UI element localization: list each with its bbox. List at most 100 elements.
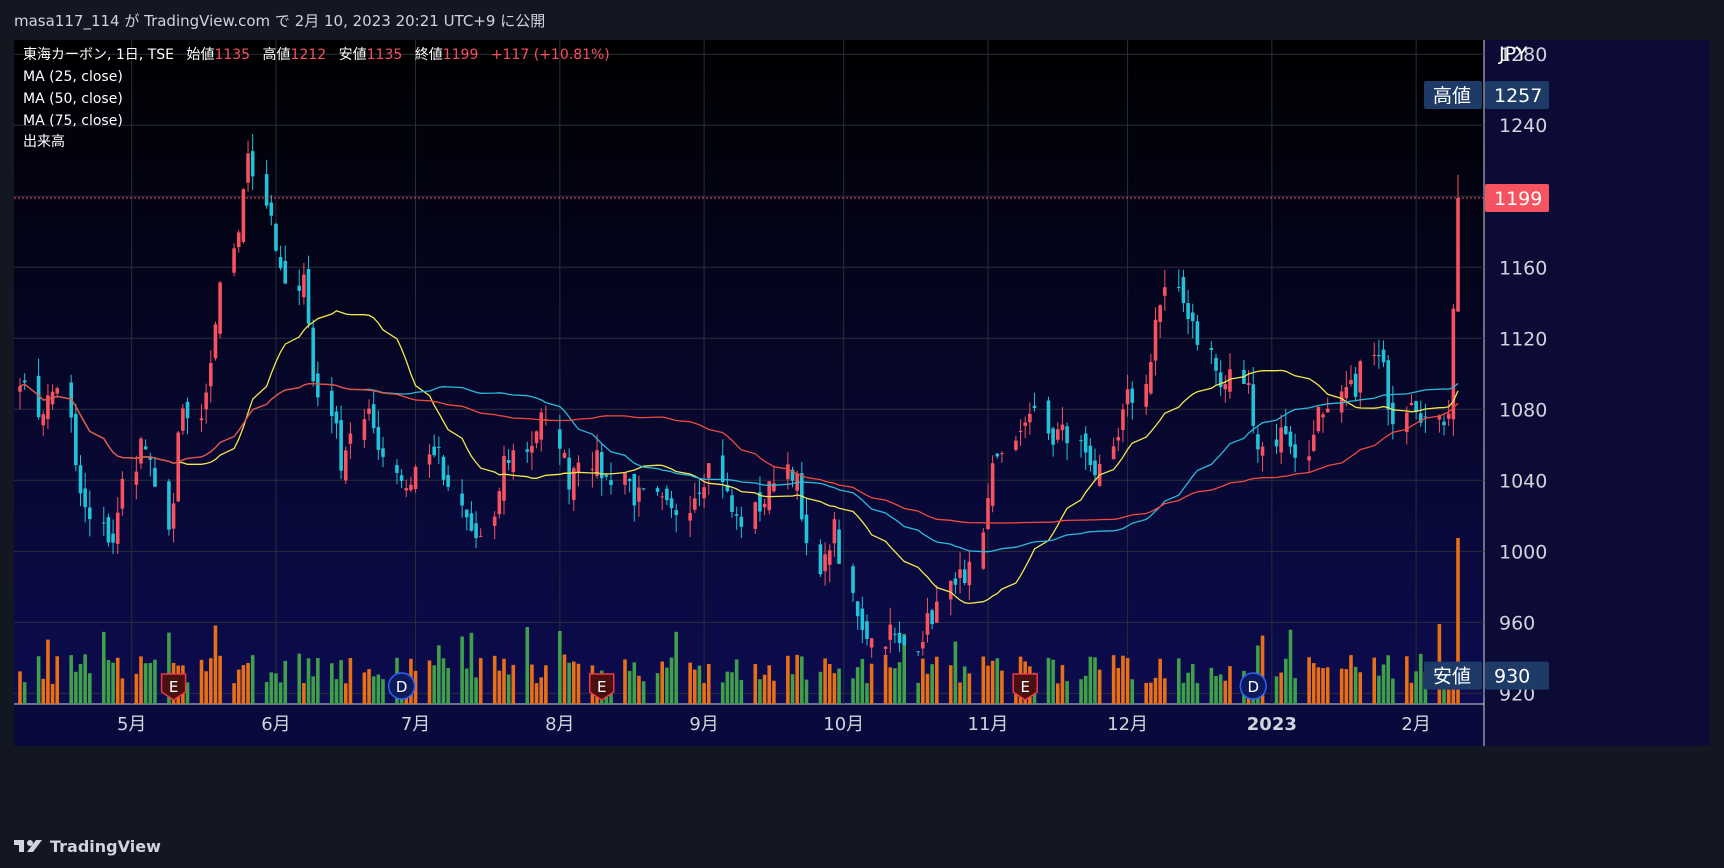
volume-bar xyxy=(1097,669,1102,704)
volume-bar xyxy=(1349,655,1353,704)
candle-body xyxy=(1055,429,1060,440)
volume-bar xyxy=(632,662,637,704)
volume-bar xyxy=(730,672,734,704)
volume-bar xyxy=(818,671,823,704)
volume-bar xyxy=(492,655,497,704)
volume-bar xyxy=(567,662,571,704)
volume-bar xyxy=(790,674,795,704)
volume-bar xyxy=(953,641,958,704)
volume-bar xyxy=(330,663,334,704)
volume-bar xyxy=(1209,667,1214,704)
candlestick-chart[interactable]: EDEED 5月 6月 7月 8月 9月 10月 11月 12月 2023 2月 12801240… xyxy=(14,40,1710,820)
volume-bar xyxy=(511,664,516,704)
candle-body xyxy=(1111,446,1116,460)
volume-bar xyxy=(1176,658,1181,704)
plot-background xyxy=(14,40,1484,704)
time-tick-label: 8月 xyxy=(545,714,574,735)
candle-body xyxy=(1446,413,1451,419)
candle-body xyxy=(1321,414,1325,418)
volume-bar xyxy=(897,662,902,704)
candle-body xyxy=(1163,287,1167,296)
candle-body xyxy=(1223,384,1228,390)
candle-body xyxy=(1195,321,1200,345)
candle-body xyxy=(1218,372,1223,388)
chart-panel[interactable]: EDEED 5月 6月 7月 8月 9月 10月 11月 12月 2023 2月 1280 1240… xyxy=(14,40,1710,820)
volume-bar xyxy=(525,627,530,704)
tradingview-logo-icon xyxy=(14,838,44,854)
volume-bar xyxy=(1214,676,1218,704)
legend-ma25[interactable]: MA (25, close) xyxy=(23,69,123,85)
candle-body xyxy=(655,488,660,492)
volume-bar xyxy=(823,658,827,704)
volume-bar xyxy=(558,630,562,704)
candle-body xyxy=(953,578,958,585)
legend-volume[interactable]: 出来高 xyxy=(23,133,65,150)
candle-body xyxy=(181,408,185,431)
volume-bar xyxy=(934,656,939,704)
volume-bar xyxy=(348,658,353,704)
candle-body xyxy=(1391,402,1395,425)
candle-body xyxy=(1214,357,1218,371)
legend-ma75[interactable]: MA (75, close) xyxy=(23,113,123,129)
volume-bar xyxy=(786,655,790,704)
candle-body xyxy=(697,492,702,494)
volume-bar xyxy=(995,658,1000,704)
event-marker-label: D xyxy=(1247,678,1259,696)
candle-body xyxy=(18,386,22,392)
volume-bar xyxy=(55,656,60,704)
volume-bar xyxy=(762,674,767,704)
volume-bar xyxy=(302,683,306,704)
candle-body xyxy=(437,446,441,448)
candle-body xyxy=(660,496,665,498)
candle-body xyxy=(432,446,436,456)
volume-bar xyxy=(967,673,972,704)
candle-body xyxy=(469,513,474,531)
volume-bar xyxy=(925,673,930,704)
candle-body xyxy=(674,510,678,516)
volume-bar xyxy=(209,658,213,704)
candle-body xyxy=(692,498,697,510)
candle-body xyxy=(1372,354,1377,356)
candle-body xyxy=(1176,286,1181,288)
volume-bar xyxy=(1083,675,1088,704)
candle-body xyxy=(637,487,641,502)
volume-bar xyxy=(1288,629,1293,704)
volume-bar xyxy=(1414,671,1418,704)
candle-body xyxy=(460,493,464,506)
event-marker-label: D xyxy=(396,678,408,696)
candle-body xyxy=(1311,434,1316,451)
candle-body xyxy=(1307,456,1311,461)
volume-bar xyxy=(1274,676,1279,704)
volume-bar xyxy=(837,668,841,704)
volume-bar xyxy=(78,664,83,704)
candle-body xyxy=(595,450,599,476)
candle-body xyxy=(283,260,288,284)
candle-body xyxy=(730,495,734,512)
volume-bar xyxy=(362,672,367,704)
volume-bar xyxy=(1093,657,1097,704)
volume-bar xyxy=(706,663,711,704)
candle-body xyxy=(334,411,339,424)
legend-ma50[interactable]: MA (50, close) xyxy=(23,91,123,107)
legend-low-label: 安値 xyxy=(339,47,367,63)
volume-bar xyxy=(36,656,41,704)
volume-bar xyxy=(855,667,860,704)
volume-bar xyxy=(311,676,315,704)
volume-bar xyxy=(1088,656,1093,704)
volume-bar xyxy=(143,663,148,704)
candle-body xyxy=(772,483,776,492)
candle-body xyxy=(1325,408,1330,413)
candle-body xyxy=(1358,361,1363,393)
volume-bar xyxy=(283,660,288,704)
candle-body xyxy=(1028,413,1032,423)
volume-bar xyxy=(1144,682,1148,704)
candle-body xyxy=(706,463,711,479)
volume-bar xyxy=(1158,658,1162,704)
volume-bar xyxy=(888,667,893,704)
candle-body xyxy=(558,429,562,449)
candle-body xyxy=(302,274,306,298)
candle-body xyxy=(832,519,837,544)
candle-body xyxy=(139,438,143,464)
volume-bar xyxy=(1060,665,1065,704)
candle-body xyxy=(1125,389,1130,405)
